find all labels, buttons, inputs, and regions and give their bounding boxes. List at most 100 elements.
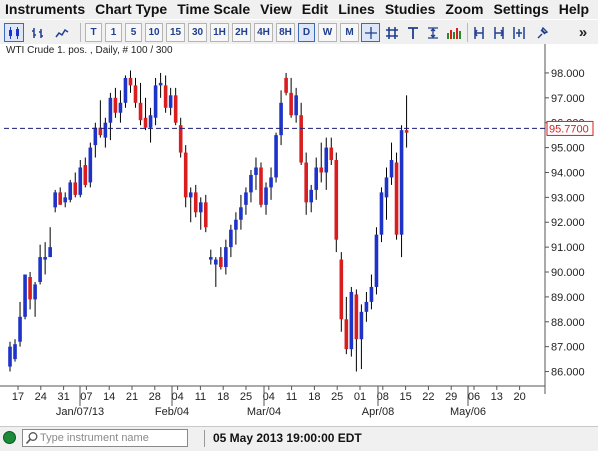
time-tick-label: 11 — [286, 391, 297, 403]
candle-down — [173, 95, 178, 123]
timeframe-15-button[interactable]: 15 — [166, 23, 185, 42]
menu-view[interactable]: View — [255, 0, 297, 19]
timeframe-w-button[interactable]: W — [318, 23, 337, 42]
time-tick-label: 31 — [57, 391, 69, 403]
candle-down — [163, 85, 168, 108]
price-chart[interactable]: 98.00097.00096.00095.00094.00093.00092.0… — [0, 44, 598, 426]
timeframe-2h-button[interactable]: 2H — [232, 23, 251, 42]
candle-down — [339, 259, 344, 320]
timeframe-m-button[interactable]: M — [340, 23, 359, 42]
candle-up — [8, 346, 12, 367]
timeframe-d-button[interactable]: D — [298, 23, 315, 42]
time-tick-label: 07 — [80, 391, 92, 403]
menu-settings[interactable]: Settings — [489, 0, 554, 19]
candle-down — [334, 160, 339, 240]
candle-down — [284, 77, 288, 93]
bar-chart-icon[interactable] — [28, 23, 48, 42]
timeframe-10-button[interactable]: 10 — [145, 23, 163, 42]
menu-edit[interactable]: Edit — [297, 0, 333, 19]
candle-down — [193, 192, 198, 213]
current-price-label: 95.7700 — [549, 123, 589, 135]
menu-time-scale[interactable]: Time Scale — [172, 0, 255, 19]
timeframe-4h-button[interactable]: 4H — [254, 23, 273, 42]
candle-down — [404, 130, 409, 133]
candle-up — [48, 247, 52, 258]
candle-up — [188, 192, 193, 198]
time-tick-label: 25 — [240, 391, 252, 403]
candle-down — [113, 97, 118, 113]
candle-up — [274, 135, 278, 178]
candle-up — [123, 77, 128, 103]
price-tick-label: 87.000 — [551, 342, 585, 354]
menu-studies[interactable]: Studies — [380, 0, 441, 19]
candle-up — [103, 122, 108, 138]
candle-up — [369, 286, 374, 302]
time-tick-label: 08 — [377, 391, 389, 403]
candle-up — [198, 202, 203, 213]
time-tick-label: 18 — [217, 391, 229, 403]
candle-up — [158, 82, 163, 86]
candle-down — [73, 182, 78, 195]
crosshair-icon[interactable] — [361, 23, 380, 42]
timeframe-t-button[interactable]: T — [85, 23, 102, 42]
candle-up — [234, 219, 238, 230]
zoom-in-icon[interactable] — [510, 23, 528, 42]
range-icon[interactable] — [424, 23, 442, 42]
candle-up — [214, 259, 218, 265]
candle-up — [379, 192, 384, 235]
candle-up — [374, 234, 379, 287]
time-major-label: May/06 — [450, 406, 486, 418]
candlestick-chart-icon[interactable] — [4, 23, 24, 42]
menu-bar: Instruments Chart Type Time Scale View Edit L… — [0, 0, 598, 19]
time-major-label: Feb/04 — [155, 406, 189, 418]
timeframe-8h-button[interactable]: 8H — [276, 23, 295, 42]
instrument-search-input[interactable] — [40, 430, 185, 446]
menu-zoom[interactable]: Zoom — [440, 0, 488, 19]
grid-icon[interactable] — [383, 23, 401, 42]
line-chart-icon[interactable] — [52, 23, 72, 42]
menu-instruments[interactable]: Instruments — [0, 0, 90, 19]
timeframe-1h-button[interactable]: 1H — [210, 23, 229, 42]
candle-up — [384, 177, 389, 198]
time-tick-label: 17 — [12, 391, 24, 403]
timeframe-1-button[interactable]: 1 — [105, 23, 122, 42]
scroll-right-icon[interactable] — [490, 23, 508, 42]
candle-up — [63, 197, 68, 203]
price-tick-label: 98.000 — [551, 68, 585, 80]
instrument-search[interactable] — [22, 429, 188, 447]
toolbar-separator — [467, 23, 468, 42]
time-tick-label: 24 — [35, 391, 47, 403]
candle-down — [394, 162, 399, 235]
timeframe-30-button[interactable]: 30 — [188, 23, 207, 42]
text-icon[interactable] — [404, 23, 422, 42]
time-tick-label: 13 — [491, 391, 503, 403]
candle-up — [349, 291, 354, 350]
candle-down — [138, 102, 143, 121]
current-price-marker: 95.7700 — [4, 120, 594, 136]
volume-bars-icon[interactable] — [444, 23, 464, 42]
toolbar-separator — [80, 23, 81, 42]
connection-status-icon — [3, 431, 16, 444]
candle-up — [43, 257, 47, 260]
time-tick-label: 06 — [468, 391, 480, 403]
scroll-left-icon[interactable] — [470, 23, 488, 42]
price-tick-label: 88.000 — [551, 317, 585, 329]
candle-down — [183, 152, 188, 198]
candle-up — [279, 102, 283, 136]
menu-help[interactable]: Help — [554, 0, 594, 19]
time-major-label: Apr/08 — [362, 406, 394, 418]
time-tick-label: 14 — [103, 391, 115, 403]
toolbar-overflow-icon[interactable]: » — [574, 23, 592, 42]
menu-lines[interactable]: Lines — [333, 0, 380, 19]
time-tick-label: 04 — [171, 391, 183, 403]
status-bar: 05 May 2013 19:00:00 EDT — [0, 426, 598, 451]
time-tick-label: 21 — [126, 391, 138, 403]
candle-up — [229, 229, 233, 248]
menu-chart-type[interactable]: Chart Type — [90, 0, 172, 19]
timeframe-5-button[interactable]: 5 — [125, 23, 142, 42]
pin-icon[interactable] — [533, 23, 551, 42]
candle-down — [203, 202, 208, 228]
chart-panel[interactable]: 98.00097.00096.00095.00094.00093.00092.0… — [0, 44, 598, 426]
time-tick-label: 18 — [308, 391, 320, 403]
candle-up — [364, 301, 369, 312]
